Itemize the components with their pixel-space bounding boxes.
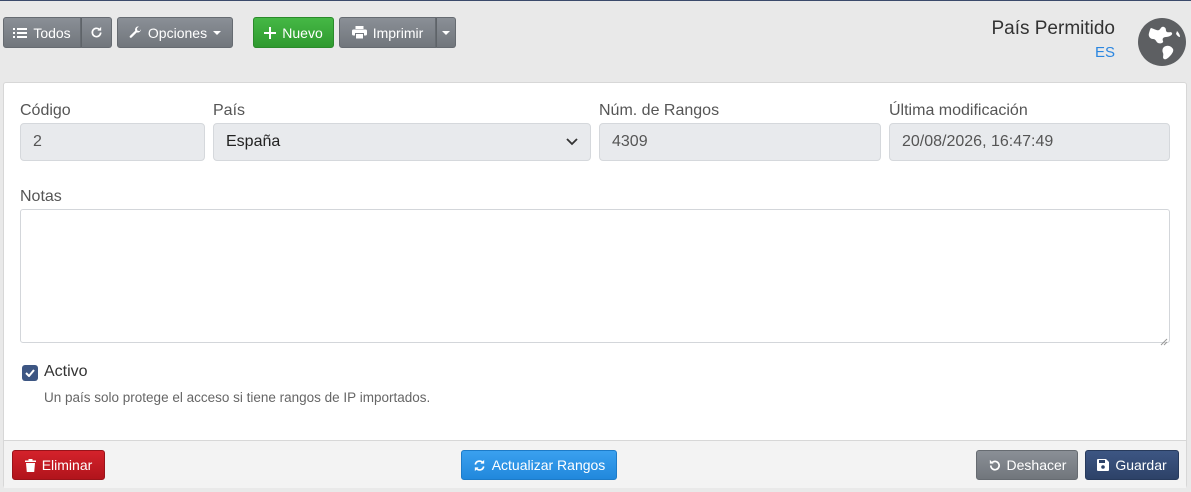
update-ranges-button[interactable]: Actualizar Rangos bbox=[461, 450, 617, 480]
country-select-value: España bbox=[226, 133, 281, 150]
print-button[interactable]: Imprimir bbox=[339, 17, 436, 48]
print-button-label: Imprimir bbox=[372, 24, 424, 41]
country-select[interactable]: España bbox=[213, 123, 591, 161]
delete-button-label: Eliminar bbox=[41, 457, 93, 473]
update-ranges-button-label: Actualizar Rangos bbox=[491, 457, 606, 473]
save-button-label: Guardar bbox=[1115, 457, 1167, 473]
page-title: País Permitido bbox=[991, 18, 1115, 39]
modified-label: Última modificación bbox=[889, 102, 1028, 119]
ranges-label: Núm. de Rangos bbox=[599, 102, 720, 119]
caret-down-icon bbox=[442, 30, 450, 35]
notes-textarea[interactable] bbox=[20, 209, 1170, 343]
country-label: País bbox=[213, 102, 246, 119]
chevron-down-icon bbox=[566, 133, 578, 151]
code-field: 2 bbox=[20, 123, 205, 161]
all-button-label: Todos bbox=[33, 24, 71, 41]
print-dropdown-button[interactable] bbox=[436, 17, 456, 48]
new-button-label: Nuevo bbox=[282, 24, 323, 41]
active-label[interactable]: Activo bbox=[44, 363, 88, 381]
save-icon bbox=[1097, 459, 1110, 471]
form-footer: Eliminar Actualizar Rangos Deshacer Guar… bbox=[4, 440, 1186, 488]
new-button[interactable]: Nuevo bbox=[253, 17, 334, 48]
trash-icon bbox=[24, 458, 36, 472]
sync-icon bbox=[473, 459, 486, 472]
undo-button-label: Deshacer bbox=[1006, 457, 1067, 473]
refresh-button[interactable] bbox=[81, 17, 112, 48]
options-button[interactable]: Opciones bbox=[117, 17, 233, 48]
plus-icon bbox=[264, 26, 277, 39]
list-icon bbox=[13, 27, 28, 39]
modified-field: 20/08/2026, 16:47:49 bbox=[889, 123, 1170, 161]
print-icon bbox=[351, 26, 367, 39]
caret-down-icon bbox=[213, 30, 222, 35]
help-text: Un país solo protege el acceso si tiene … bbox=[44, 390, 431, 405]
globe-icon bbox=[1137, 17, 1187, 67]
undo-icon bbox=[988, 459, 1001, 472]
undo-button[interactable]: Deshacer bbox=[976, 450, 1078, 480]
form-panel: Código 2 País España Núm. de Rangos 4309… bbox=[3, 82, 1187, 488]
country-code: ES bbox=[1094, 44, 1115, 61]
notes-label: Notas bbox=[20, 188, 62, 205]
all-button[interactable]: Todos bbox=[3, 17, 81, 48]
save-button[interactable]: Guardar bbox=[1085, 450, 1179, 480]
options-button-label: Opciones bbox=[147, 24, 208, 41]
active-checkbox[interactable] bbox=[22, 365, 38, 381]
ranges-field: 4309 bbox=[599, 123, 881, 161]
refresh-icon bbox=[90, 26, 103, 39]
code-label: Código bbox=[20, 102, 71, 119]
check-icon bbox=[25, 364, 35, 382]
wrench-icon bbox=[129, 26, 142, 39]
delete-button[interactable]: Eliminar bbox=[12, 450, 105, 480]
